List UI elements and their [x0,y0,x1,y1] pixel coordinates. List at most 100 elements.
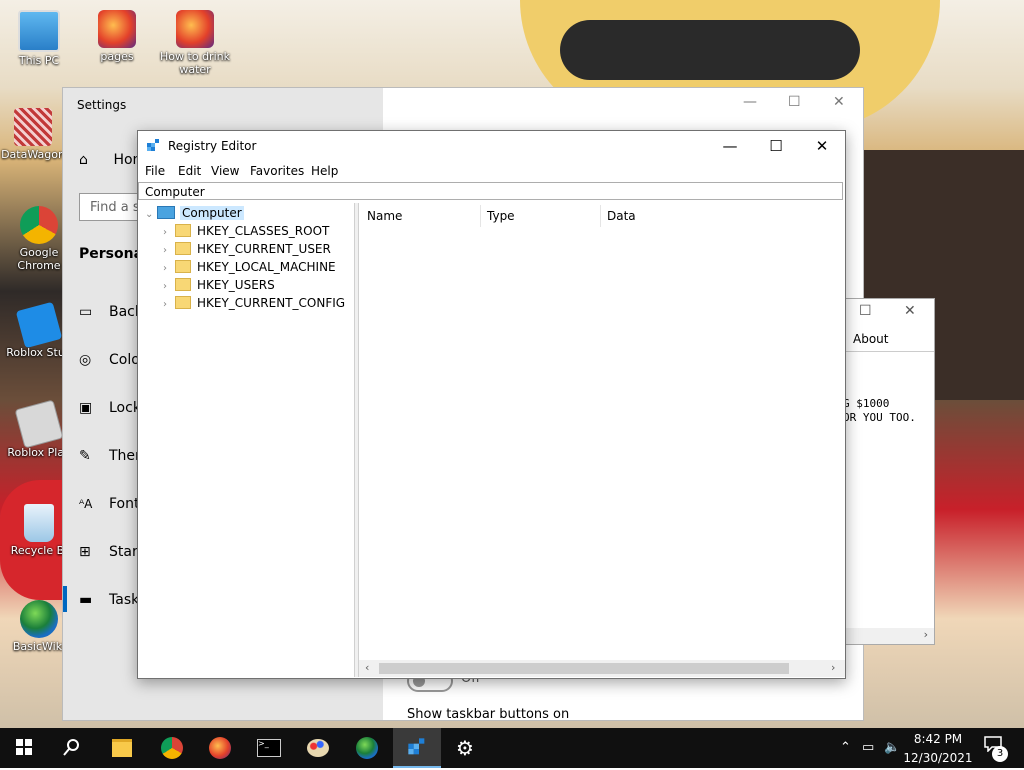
column-header-name[interactable]: Name [367,209,402,223]
chrome-icon [161,737,183,759]
scrollbar-thumb[interactable] [379,663,789,674]
column-divider[interactable] [600,205,601,227]
taskbar-command-prompt[interactable]: >_ [245,728,293,768]
registry-editor-title: Registry Editor [168,139,257,153]
chrome-icon [20,206,58,244]
recycle-bin-icon [24,504,54,542]
column-header-data[interactable]: Data [607,209,636,223]
chevron-right-icon[interactable]: › [163,296,175,314]
tree-item-hkey-current-user[interactable]: › HKEY_CURRENT_USER [163,240,331,258]
desktop-icon-pages[interactable]: pages [78,10,156,63]
taskbar: >_ ⚙ ⌃ ▭ 🔈 8:42 PM 12/30/2021 3 [0,728,1024,768]
settings-item-fonts[interactable]: ᴬA Font [79,496,139,512]
menu-bar: File Edit View Favorites Help [138,161,845,181]
paint-palette-icon [307,739,329,757]
scroll-left-icon[interactable]: ‹ [365,661,369,674]
scroll-right-icon[interactable]: › [831,661,835,674]
start-icon: ⊞ [79,544,91,560]
firefox-icon [209,737,231,759]
system-clock[interactable]: 8:42 PM 12/30/2021 [898,731,978,766]
close-icon[interactable]: ✕ [833,94,845,110]
background-window-titlebar: ☐ ✕ [833,299,934,327]
maximize-icon[interactable]: ☐ [788,94,801,110]
roblox-player-icon [14,399,64,449]
folder-icon [112,739,132,757]
taskbar-firefox[interactable] [196,728,244,768]
taskbar-chrome[interactable] [148,728,196,768]
tree-item-hkey-local-machine[interactable]: › HKEY_LOCAL_MACHINE [163,258,336,276]
clock-time: 8:42 PM [913,732,963,746]
taskbar-registry-editor[interactable] [393,728,441,768]
firefox-file-icon [176,10,214,48]
scroll-right-icon[interactable]: › [924,628,928,641]
close-button[interactable]: ✕ [799,131,845,161]
roblox-studio-icon [15,301,63,349]
taskbar-file-explorer[interactable] [98,728,146,768]
background-window-menu: ✓ About [833,329,934,352]
address-bar[interactable]: Computer [138,182,843,200]
column-header-type[interactable]: Type [487,209,515,223]
chevron-up-icon[interactable]: ⌃ [840,728,851,768]
background-window-scrollbar[interactable]: › [833,628,934,644]
background-text-line-1: G $1000 [843,397,890,410]
selected-indicator [63,586,67,612]
settings-item-taskbar[interactable]: ▬ Task [79,592,139,608]
menu-favorites[interactable]: Favorites [250,164,304,178]
values-list-pane[interactable]: Name Type Data ‹ › [358,203,845,677]
theme-icon: ✎ [79,448,91,464]
folder-icon [175,242,191,255]
folder-icon [175,296,191,309]
notification-count-badge: 3 [992,746,1008,762]
settings-item-lock-screen[interactable]: ▣ Lock [79,400,141,416]
settings-item-background[interactable]: ▭ Back [79,304,143,320]
maximize-button[interactable]: ☐ [753,131,799,161]
desktop-icon-this-pc[interactable]: This PC [0,10,78,67]
search-icon [63,739,79,756]
tree-item-computer[interactable]: ⌄ Computer [145,204,244,222]
globe-icon [356,737,378,759]
tree-item-hkey-users[interactable]: › HKEY_USERS [163,276,275,294]
home-icon: ⌂ [79,152,88,168]
chevron-down-icon[interactable]: ⌄ [145,206,157,224]
taskbar-paint[interactable] [294,728,342,768]
menu-about[interactable]: About [853,332,888,346]
desktop-icon-datawagon[interactable]: DataWagon [0,108,72,161]
settings-item-colors[interactable]: ◎ Colo [79,352,140,368]
settings-title: Settings [77,98,127,112]
registry-editor-icon [408,738,425,755]
palette-icon: ◎ [79,352,92,368]
computer-icon [157,206,175,219]
tree-item-hkey-current-config[interactable]: › HKEY_CURRENT_CONFIG [163,294,345,312]
maximize-icon[interactable]: ☐ [859,303,872,319]
registry-editor-titlebar[interactable]: Registry Editor — ☐ ✕ [138,131,845,161]
terminal-icon: >_ [257,739,281,757]
globe-icon [20,600,58,638]
menu-help[interactable]: Help [311,164,338,178]
key-tree-pane[interactable]: ⌄ Computer › HKEY_CLASSES_ROOT › HKEY_CURRE… [139,203,355,677]
tree-item-hkey-classes-root[interactable]: › HKEY_CLASSES_ROOT [163,222,329,240]
menu-view[interactable]: View [211,164,239,178]
folder-icon [175,260,191,273]
desktop-icon-how-to-drink-water[interactable]: How to drink water [156,10,234,76]
start-button[interactable] [0,728,48,768]
column-divider[interactable] [480,205,481,227]
settings-item-themes[interactable]: ✎ Ther [79,448,141,464]
image-icon: ▭ [79,304,93,320]
close-icon[interactable]: ✕ [904,303,916,319]
taskbar-settings[interactable]: ⚙ [441,728,489,768]
minimize-icon[interactable]: — [743,94,757,110]
search-button[interactable] [48,728,96,768]
settings-item-start[interactable]: ⊞ Start [79,544,143,560]
firefox-file-icon [98,10,136,48]
menu-edit[interactable]: Edit [178,164,201,178]
menu-file[interactable]: File [145,164,165,178]
wallpaper-glasses-shape [560,20,860,80]
lock-screen-icon: ▣ [79,400,93,416]
registry-editor-window[interactable]: Registry Editor — ☐ ✕ File Edit View Fav… [137,130,846,679]
windows-icon [16,739,32,755]
background-window[interactable]: ☐ ✕ ✓ About G $1000 OR YOU TOO. › [832,298,935,645]
taskbar-basicwiki[interactable] [343,728,391,768]
horizontal-scrollbar[interactable]: ‹ › [359,660,845,677]
minimize-button[interactable]: — [707,131,753,161]
network-icon[interactable]: ▭ [862,728,874,768]
